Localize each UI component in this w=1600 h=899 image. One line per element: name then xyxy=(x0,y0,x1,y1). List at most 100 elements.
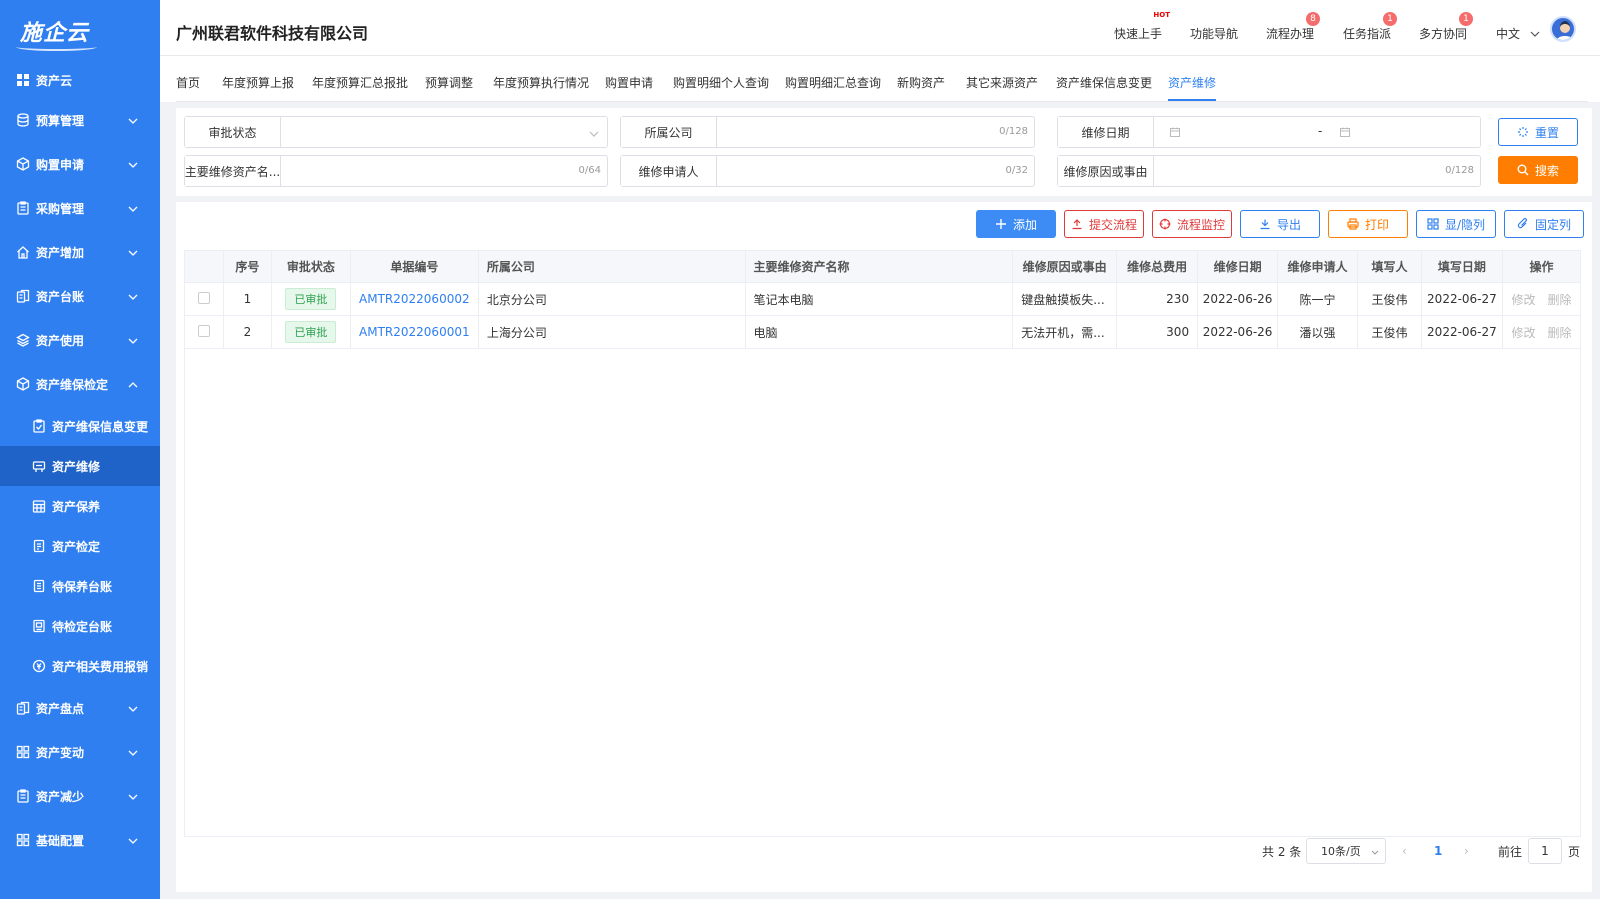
tab-budget-summary[interactable]: 年度预算汇总报批 xyxy=(312,74,408,99)
tab-purchase-request[interactable]: 购置申请 xyxy=(605,74,653,99)
sidebar-sub-asset-upkeep[interactable]: 资产保养 xyxy=(0,486,160,526)
date-cell: 2022-06-26 xyxy=(1197,282,1279,316)
current-page[interactable]: 1 xyxy=(1434,838,1442,864)
sidebar-item-asset-use[interactable]: 资产使用 xyxy=(0,318,160,362)
fill-date-cell: 2022-06-27 xyxy=(1420,315,1503,349)
plus-icon xyxy=(995,218,1007,230)
approval-status-select[interactable] xyxy=(281,117,607,147)
toggle-columns-button[interactable]: 显/隐列 xyxy=(1416,210,1496,238)
goto-page-input[interactable]: 1 xyxy=(1528,838,1562,864)
sidebar-sub-label: 资产相关费用报销 xyxy=(52,659,149,674)
chevron-down-icon xyxy=(128,115,138,125)
sidebar-item-asset-ledger[interactable]: 资产台账 xyxy=(0,274,160,318)
clipboard-icon xyxy=(16,201,30,215)
company-input[interactable]: 0/128 xyxy=(717,117,1034,147)
nav-label: 任务指派 xyxy=(1343,27,1392,41)
count-badge: 8 xyxy=(1306,12,1321,26)
tab-asset-repair[interactable]: 资产维修 xyxy=(1168,74,1217,101)
fix-columns-button[interactable]: 固定列 xyxy=(1504,210,1584,238)
sidebar-item-asset-maintenance[interactable]: 资产维保检定 xyxy=(0,362,160,406)
row-checkbox[interactable] xyxy=(197,324,210,337)
nav-quick-start[interactable]: 快速上手 HOT xyxy=(1114,11,1170,42)
table-row[interactable]: 1 已审批 AMTR2022060002 北京分公司 笔记本电脑 键盘触摸板失.… xyxy=(184,282,1582,316)
logo[interactable]: 施企云 xyxy=(0,0,160,62)
asset-name-input[interactable]: 0/64 xyxy=(281,156,607,186)
doc-icon xyxy=(32,539,46,553)
nav-task-assign[interactable]: 任务指派 1 xyxy=(1343,12,1398,42)
asset-name-field: 主要维修资产名... 0/64 xyxy=(184,155,608,187)
sidebar-item-purchase-request[interactable]: 购置申请 xyxy=(0,142,160,186)
reset-button[interactable]: 重置 xyxy=(1498,118,1578,146)
nav-collaboration[interactable]: 多方协同 1 xyxy=(1419,12,1474,42)
table-row[interactable]: 2 已审批 AMTR2022060001 上海分公司 电脑 无法开机，需... … xyxy=(184,315,1582,349)
nav-label: 多方协同 xyxy=(1419,27,1468,41)
sidebar-item-base-config[interactable]: 基础配置 xyxy=(0,818,160,862)
page-size-select[interactable]: 10条/页 xyxy=(1306,838,1386,864)
export-button[interactable]: 导出 xyxy=(1240,210,1320,238)
reason-label: 维修原因或事由 xyxy=(1058,156,1154,186)
reason-input[interactable]: 0/128 xyxy=(1154,156,1480,186)
date-separator: - xyxy=(1318,124,1323,138)
delete-link[interactable]: 删除 xyxy=(1547,293,1571,307)
edit-link[interactable]: 修改 xyxy=(1511,326,1535,340)
doc-code-link[interactable]: AMTR2022060002 xyxy=(359,292,470,306)
doc-code-link[interactable]: AMTR2022060001 xyxy=(359,325,470,339)
sidebar-item-asset-cloud[interactable]: 资产云 xyxy=(0,62,160,98)
sidebar-sub-pending-upkeep[interactable]: 待保养台账 xyxy=(0,566,160,606)
reason-field: 维修原因或事由 0/128 xyxy=(1057,155,1481,187)
sidebar-sub-asset-repair[interactable]: 资产维修 xyxy=(0,446,160,486)
applicant-input[interactable]: 0/32 xyxy=(717,156,1034,186)
edit-link[interactable]: 修改 xyxy=(1511,293,1535,307)
search-button[interactable]: 搜索 xyxy=(1498,156,1578,184)
sidebar-sub-pending-verify[interactable]: 待检定台账 xyxy=(0,606,160,646)
repair-date-range[interactable]: - xyxy=(1154,117,1480,147)
tab-maint-info-change[interactable]: 资产维保信息变更 xyxy=(1056,74,1152,99)
tab-purchase-summary[interactable]: 购置明细汇总查询 xyxy=(785,74,881,99)
row-checkbox[interactable] xyxy=(197,291,210,304)
tab-new-assets[interactable]: 新购资产 xyxy=(897,74,945,99)
repair-table: 序号 审批状态 单据编号 所属公司 主要维修资产名称 维修原因或事由 维修总费用… xyxy=(184,250,1582,349)
submit-process-button[interactable]: 提交流程 xyxy=(1064,210,1144,238)
sidebar-item-asset-reduce[interactable]: 资产减少 xyxy=(0,774,160,818)
chevron-up-icon xyxy=(128,379,138,389)
select-all-header xyxy=(184,250,224,283)
next-page-icon[interactable]: › xyxy=(1464,838,1469,864)
sidebar-sub-asset-verify[interactable]: 资产检定 xyxy=(0,526,160,566)
nav-function-guide[interactable]: 功能导航 xyxy=(1190,25,1238,42)
add-label: 添加 xyxy=(1012,217,1037,232)
avatar[interactable] xyxy=(1550,16,1576,42)
char-count: 0/128 xyxy=(1445,165,1474,176)
sidebar-item-inventory[interactable]: 资产盘点 xyxy=(0,686,160,730)
tab-purchase-personal[interactable]: 购置明细个人查询 xyxy=(673,74,769,99)
sidebar-item-asset-change[interactable]: 资产变动 xyxy=(0,730,160,774)
sidebar-item-budget[interactable]: 预算管理 xyxy=(0,98,160,142)
reason-cell: 键盘触摸板失... xyxy=(1012,282,1118,316)
char-count: 0/32 xyxy=(1005,165,1028,176)
sidebar-sub-label: 待保养台账 xyxy=(52,579,113,594)
goto-suffix: 页 xyxy=(1568,844,1581,859)
sidebar-item-label: 预算管理 xyxy=(36,113,85,128)
sidebar-item-asset-add[interactable]: 资产增加 xyxy=(0,230,160,274)
tab-budget-execution[interactable]: 年度预算执行情况 xyxy=(493,74,589,99)
tab-budget-adjust[interactable]: 预算调整 xyxy=(425,74,473,99)
sidebar-item-label: 购置申请 xyxy=(36,157,85,172)
sidebar-item-label: 资产减少 xyxy=(36,789,85,804)
sidebar-item-procurement[interactable]: 采购管理 xyxy=(0,186,160,230)
print-button[interactable]: 打印 xyxy=(1328,210,1408,238)
language-select[interactable]: 中文 xyxy=(1496,25,1540,42)
prev-page-icon[interactable]: ‹ xyxy=(1402,838,1407,864)
sidebar-sub-maint-info-change[interactable]: 资产维保信息变更 xyxy=(0,406,160,446)
delete-link[interactable]: 删除 xyxy=(1547,326,1571,340)
sidebar-item-label: 资产增加 xyxy=(36,245,85,260)
sidebar-sub-expense[interactable]: 资产相关费用报销 xyxy=(0,646,160,686)
tab-annual-budget-report[interactable]: 年度预算上报 xyxy=(222,74,294,99)
tab-home[interactable]: 首页 xyxy=(176,74,200,99)
add-button[interactable]: 添加 xyxy=(976,210,1056,238)
language-label: 中文 xyxy=(1496,27,1521,41)
tab-other-assets[interactable]: 其它来源资产 xyxy=(966,74,1038,99)
applicant-cell: 潘以强 xyxy=(1277,315,1358,349)
date-cell: 2022-06-26 xyxy=(1197,315,1279,349)
nav-process[interactable]: 流程办理 8 xyxy=(1266,12,1321,42)
logo-text: 施企云 xyxy=(15,15,98,51)
process-monitor-button[interactable]: 流程监控 xyxy=(1152,210,1232,238)
